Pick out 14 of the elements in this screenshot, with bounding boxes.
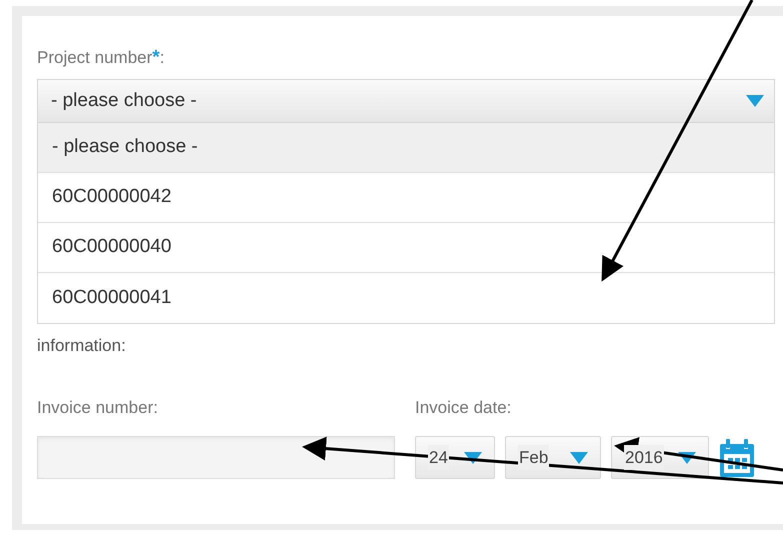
invoice-number-field[interactable] bbox=[37, 436, 395, 479]
calendar-icon[interactable] bbox=[720, 438, 754, 476]
date-select[interactable]: 24 bbox=[415, 436, 495, 479]
caret-icon bbox=[570, 452, 588, 464]
caret-icon bbox=[746, 95, 764, 107]
dropdown-option[interactable]: - please choose - bbox=[38, 123, 774, 173]
field-label: Invoice number: bbox=[37, 396, 159, 418]
date-select[interactable]: Feb bbox=[505, 436, 601, 479]
project-select[interactable]: - please choose - bbox=[37, 79, 775, 123]
caret-icon bbox=[678, 452, 696, 464]
hint-text: information: bbox=[37, 335, 127, 357]
field-label: Project number*: bbox=[37, 46, 166, 68]
caret-icon bbox=[464, 452, 482, 464]
field-label: Invoice date: bbox=[415, 396, 512, 418]
